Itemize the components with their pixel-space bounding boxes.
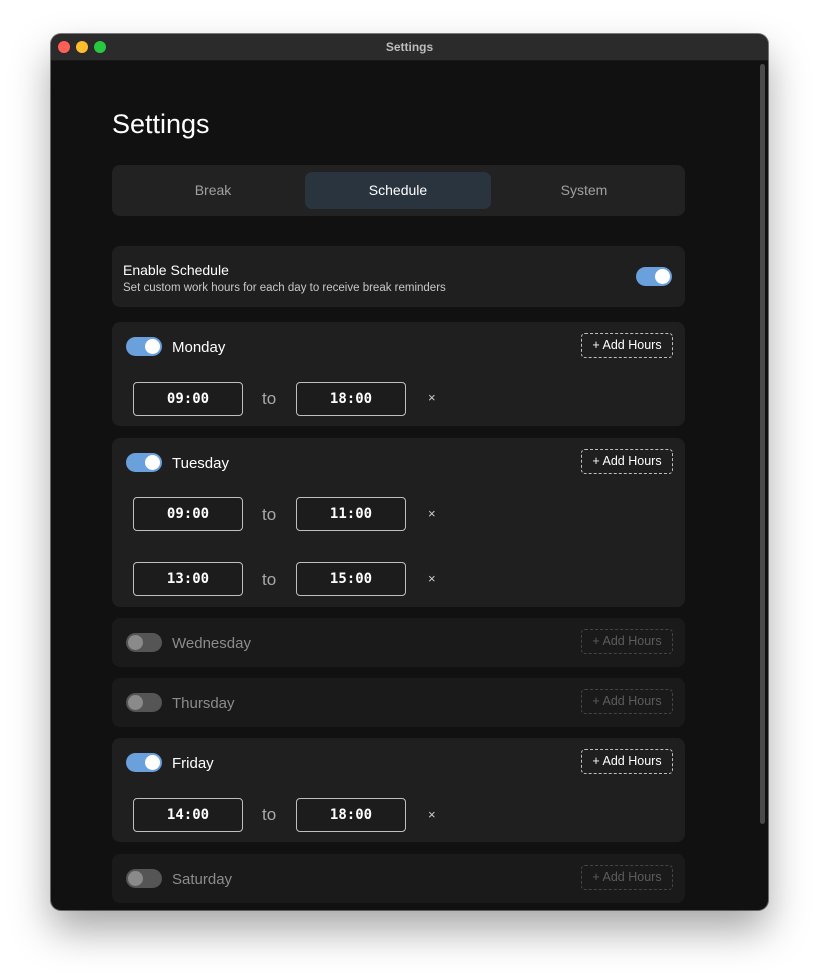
day-label-saturday: Saturday	[172, 871, 233, 888]
day-toggle-wednesday[interactable]	[126, 633, 162, 652]
day-toggle-monday[interactable]	[126, 337, 162, 356]
title-bar[interactable]: Settings	[51, 34, 768, 61]
add-hours-button-wednesday[interactable]: + Add Hours	[581, 629, 673, 654]
to-label: to	[262, 570, 277, 589]
start-time-input[interactable]: 13:00	[133, 562, 243, 596]
page-title: Settings	[112, 109, 210, 139]
day-label-thursday: Thursday	[172, 695, 235, 712]
toggle-knob	[145, 755, 160, 770]
settings-window: Settings Settings Break Schedule System …	[51, 34, 768, 910]
end-time-input[interactable]: 18:00	[296, 798, 406, 832]
to-label: to	[262, 505, 277, 524]
enable-schedule-description: Set custom work hours for each day to re…	[123, 282, 446, 294]
remove-range-icon[interactable]: ×	[428, 807, 436, 822]
day-label-wednesday: Wednesday	[172, 635, 251, 652]
tab-break[interactable]: Break	[120, 172, 306, 209]
add-hours-button-saturday[interactable]: + Add Hours	[581, 865, 673, 890]
toggle-knob	[145, 339, 160, 354]
day-card-friday: Friday + Add Hours 14:00 to 18:00 ×	[112, 738, 685, 842]
to-label: to	[262, 805, 277, 824]
day-toggle-friday[interactable]	[126, 753, 162, 772]
tab-bar: Break Schedule System	[112, 165, 685, 216]
day-label-friday: Friday	[172, 755, 214, 772]
day-card-thursday: Thursday + Add Hours	[112, 678, 685, 727]
window-title: Settings	[385, 40, 434, 54]
remove-range-icon[interactable]: ×	[428, 506, 436, 521]
enable-schedule-title: Enable Schedule	[123, 262, 229, 278]
day-toggle-thursday[interactable]	[126, 693, 162, 712]
start-time-input[interactable]: 09:00	[133, 497, 243, 531]
day-card-tuesday: Tuesday + Add Hours 09:00 to 11:00 × 13:…	[112, 438, 685, 607]
end-time-input[interactable]: 15:00	[296, 562, 406, 596]
add-hours-button-thursday[interactable]: + Add Hours	[581, 689, 673, 714]
toggle-knob	[128, 695, 143, 710]
start-time-input[interactable]: 14:00	[133, 798, 243, 832]
toggle-knob	[128, 635, 143, 650]
add-hours-button-tuesday[interactable]: + Add Hours	[581, 449, 673, 474]
day-card-wednesday: Wednesday + Add Hours	[112, 618, 685, 667]
toggle-knob	[655, 269, 670, 284]
day-card-saturday: Saturday + Add Hours	[112, 854, 685, 903]
day-toggle-saturday[interactable]	[126, 869, 162, 888]
day-label-monday: Monday	[172, 339, 226, 356]
day-toggle-tuesday[interactable]	[126, 453, 162, 472]
add-hours-button-monday[interactable]: + Add Hours	[581, 333, 673, 358]
add-hours-button-friday[interactable]: + Add Hours	[581, 749, 673, 774]
enable-schedule-card: Enable Schedule Set custom work hours fo…	[112, 246, 685, 307]
start-time-input[interactable]: 09:00	[133, 382, 243, 416]
tab-system[interactable]: System	[491, 172, 677, 209]
day-label-tuesday: Tuesday	[172, 455, 229, 472]
enable-schedule-toggle[interactable]	[636, 267, 672, 286]
toggle-knob	[145, 455, 160, 470]
tab-schedule[interactable]: Schedule	[305, 172, 491, 209]
end-time-input[interactable]: 18:00	[296, 382, 406, 416]
remove-range-icon[interactable]: ×	[428, 390, 436, 405]
remove-range-icon[interactable]: ×	[428, 571, 436, 586]
end-time-input[interactable]: 11:00	[296, 497, 406, 531]
day-card-monday: Monday + Add Hours 09:00 to 18:00 ×	[112, 322, 685, 426]
toggle-knob	[128, 871, 143, 886]
scrollbar[interactable]	[760, 64, 765, 824]
to-label: to	[262, 389, 277, 408]
